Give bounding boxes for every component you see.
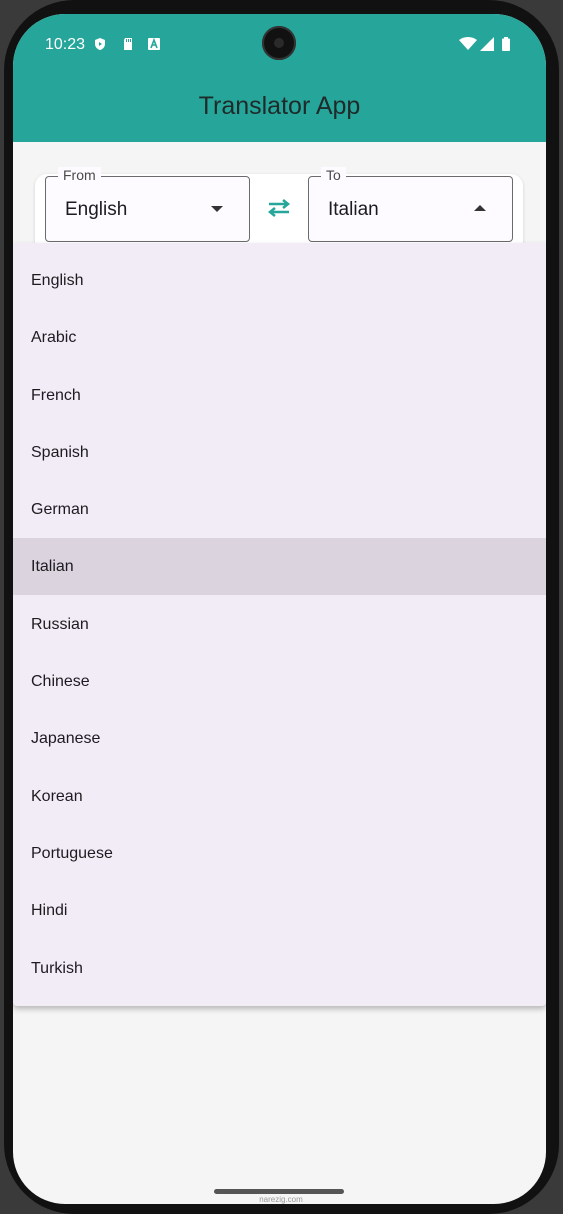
menu-item-italian[interactable]: Italian <box>13 538 546 595</box>
sd-card-icon <box>124 38 132 50</box>
menu-item-label: Spanish <box>31 444 89 461</box>
front-camera <box>262 26 296 60</box>
home-gesture-bar[interactable] <box>214 1189 344 1194</box>
menu-item-korean[interactable]: Korean <box>13 768 546 825</box>
menu-item-japanese[interactable]: Japanese <box>13 710 546 767</box>
app-bar: 10:23 Translator App <box>13 14 546 142</box>
menu-item-label: Hindi <box>31 902 68 919</box>
menu-item-spanish[interactable]: Spanish <box>13 424 546 481</box>
dropdown-arrow-down-icon <box>211 206 223 212</box>
menu-item-label: Portuguese <box>31 845 113 862</box>
from-label: From <box>58 167 101 183</box>
menu-item-label: French <box>31 387 81 404</box>
menu-item-russian[interactable]: Russian <box>13 596 546 653</box>
menu-item-label: Russian <box>31 616 89 633</box>
menu-item-label: Turkish <box>31 960 83 977</box>
menu-item-label: Japanese <box>31 730 101 747</box>
to-language-dropdown[interactable]: To Italian <box>308 167 513 242</box>
menu-item-label: Korean <box>31 788 83 805</box>
swap-languages-icon[interactable] <box>266 198 292 218</box>
wifi-icon <box>459 37 477 50</box>
font-a-icon <box>148 37 160 50</box>
menu-item-turkish[interactable]: Turkish <box>13 940 546 997</box>
to-value: Italian <box>328 199 379 220</box>
menu-item-label: English <box>31 272 84 289</box>
menu-item-arabic[interactable]: Arabic <box>13 309 546 366</box>
menu-item-french[interactable]: French <box>13 367 546 424</box>
battery-icon <box>502 37 510 51</box>
status-time: 10:23 <box>45 36 86 53</box>
menu-item-hindi[interactable]: Hindi <box>13 882 546 939</box>
screen: 10:23 Translator App From English To Ita… <box>13 14 546 1204</box>
signal-icon <box>480 37 494 51</box>
menu-item-label: Italian <box>31 558 74 575</box>
to-label: To <box>321 167 346 183</box>
from-language-dropdown[interactable]: From English <box>45 167 250 242</box>
phone-frame: 10:23 Translator App From English To Ita… <box>0 0 563 1214</box>
menu-item-label: Chinese <box>31 673 90 690</box>
from-value: English <box>65 199 128 220</box>
menu-item-label: German <box>31 501 89 518</box>
language-dropdown-menu: English Arabic French Spanish German Ita… <box>13 243 546 1006</box>
menu-item-english[interactable]: English <box>13 252 546 309</box>
menu-item-portuguese[interactable]: Portuguese <box>13 825 546 882</box>
app-title: Translator App <box>198 92 361 120</box>
watermark: narezig.com <box>259 1195 303 1204</box>
menu-item-german[interactable]: German <box>13 481 546 538</box>
play-protect-icon <box>95 38 105 50</box>
dropdown-arrow-up-icon <box>474 205 486 211</box>
menu-item-chinese[interactable]: Chinese <box>13 653 546 710</box>
menu-item-label: Arabic <box>31 329 77 346</box>
